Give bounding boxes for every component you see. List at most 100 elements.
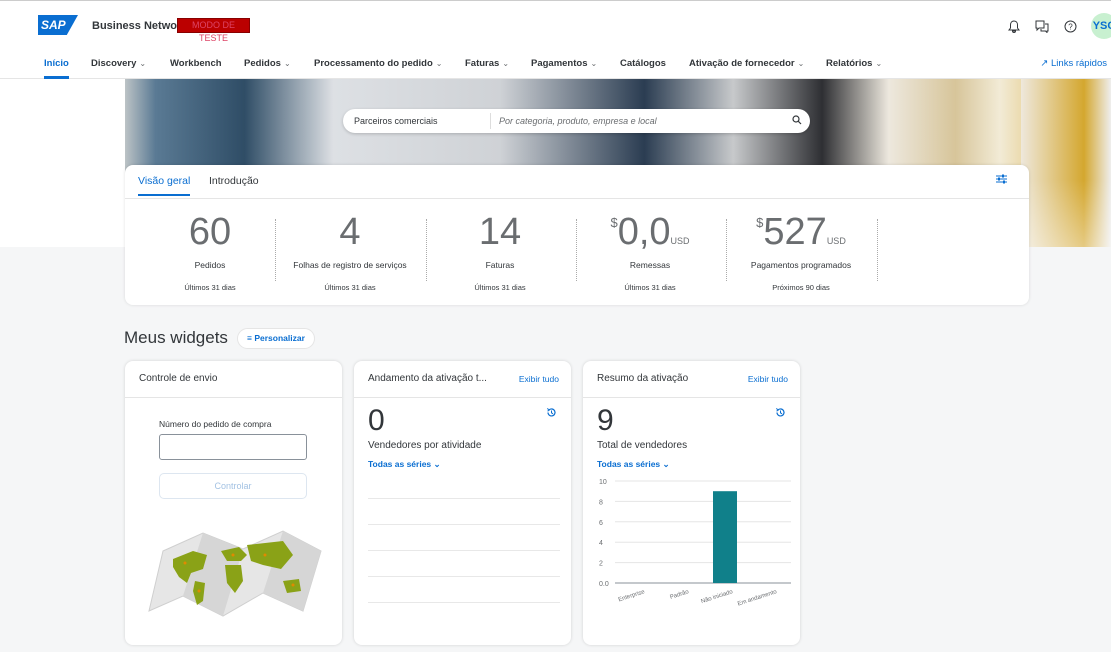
chevron-down-icon: ⌄ [139,59,147,68]
search-category-select[interactable]: Parceiros comerciais [343,113,491,129]
kpi-label: Pagamentos programados [750,260,852,270]
kpi-label: Remessas [629,260,671,270]
kpi-period: Últimos 31 dias [324,283,376,292]
kpi-divider [275,219,276,281]
kpi-divider [726,219,727,281]
kpi-value: 60 [188,211,232,253]
shipment-tracking-widget: Controle de envio Número do pedido de co… [125,361,342,645]
kpi-row: 60 Pedidos Últimos 31 dias 4 Folhas de r… [125,213,1029,303]
shell-bar: SAP Business Network MODO DE TESTE ? YSC [0,0,1111,50]
enablement-progress-widget: Andamento da ativação t... Exibir tudo 0… [354,361,571,645]
kpi-remessas[interactable]: $0,0USD Remessas Últimos 31 dias [595,213,705,293]
x-tick-label: Não iniciado [700,589,734,605]
settings-sliders-icon: ≡ [247,333,252,343]
history-icon[interactable] [546,407,557,421]
gridline [368,576,560,577]
svg-text:?: ? [1068,22,1073,31]
nav-item-ativacao[interactable]: Ativação de fornecedor ⌄ [689,50,804,79]
kpi-value: $527USD [756,211,846,253]
x-tick-label: Enterprise [618,589,646,603]
nav-item-faturas[interactable]: Faturas ⌄ [465,50,509,79]
nav-item-relatorios[interactable]: Relatórios ⌄ [826,50,882,79]
search-input[interactable] [491,116,784,126]
kpi-pagamentos-programados[interactable]: $527USD Pagamentos programados Próximos … [740,213,862,293]
history-icon[interactable] [775,407,786,421]
x-tick-label: Em andamento [737,589,778,607]
x-tick-label: Padrão [669,589,690,601]
kpi-period: Últimos 31 dias [184,283,236,292]
vendor-count: 0 [368,404,385,437]
tab-visao-geral[interactable]: Visão geral [138,175,191,196]
nav-item-pagamentos[interactable]: Pagamentos ⌄ [531,50,597,79]
quick-links[interactable]: ↗ Links rápidos [1040,50,1107,78]
chevron-down-icon: ⌄ [590,59,598,68]
top-navigation: Início Discovery ⌄ Workbench Pedidos ⌄ Pro… [0,50,1111,79]
hero-left-margin [0,79,125,247]
nav-item-discovery[interactable]: Discovery ⌄ [91,50,146,79]
vendor-count-label: Vendedores por atividade [368,440,482,451]
series-dropdown[interactable]: Todas as séries ⌄ [368,459,441,470]
kpi-label: Pedidos [194,260,226,270]
gridline [368,602,560,603]
user-avatar[interactable]: YSC [1091,13,1111,39]
view-all-link[interactable]: Exibir tudo [748,374,788,384]
settings-sliders-icon[interactable] [996,174,1007,187]
nav-item-pedidos[interactable]: Pedidos ⌄ [244,50,291,79]
search-bar: Parceiros comerciais [343,109,810,133]
y-tick-label: 10 [599,479,607,486]
nav-item-workbench[interactable]: Workbench [170,50,222,79]
chevron-down-icon: ⌄ [435,59,443,68]
customize-button[interactable]: ≡ Personalizar [237,328,315,349]
nav-item-processamento[interactable]: Processamento do pedido ⌄ [314,50,442,79]
series-dropdown[interactable]: Todas as séries ⌄ [597,459,670,470]
widgets-title: Meus widgets [124,328,228,347]
y-tick-label: 8 [599,499,603,506]
gridline [368,524,560,525]
kpi-period: Próximos 90 dias [772,283,830,292]
enablement-summary-widget: Resumo da ativação Exibir tudo 9 Total d… [583,361,800,645]
card-header: Andamento da ativação t... Exibir tudo [354,361,571,398]
kpi-period: Últimos 31 dias [474,283,526,292]
po-number-label: Número do pedido de compra [159,419,272,429]
sap-logo[interactable]: SAP [38,15,78,35]
kpi-faturas[interactable]: 14 Faturas Últimos 31 dias [450,213,550,293]
kpi-value: 14 [478,211,522,253]
bell-icon[interactable] [1007,18,1021,34]
kpi-divider [426,219,427,281]
card-title: Resumo da ativação [597,373,689,384]
chevron-down-icon: ⌄ [502,59,510,68]
feedback-icon[interactable] [1035,18,1049,34]
kpi-divider [576,219,577,281]
gridline [368,498,560,499]
brand-name: Business Network [92,20,188,32]
help-icon[interactable]: ? [1063,18,1077,34]
search-icon[interactable] [784,114,810,128]
card-title: Controle de envio [139,373,218,384]
kpi-label: Faturas [485,260,515,270]
kpi-folhas-registro[interactable]: 4 Folhas de registro de serviços Últimos… [280,213,420,293]
po-number-input[interactable] [159,434,307,460]
arrow-share-icon: ↗ [1040,58,1049,69]
kpi-label: Folhas de registro de serviços [293,260,407,270]
nav-item-catalogos[interactable]: Catálogos [620,50,666,79]
chevron-down-icon: ⌄ [283,59,291,68]
activation-summary-chart: 0.0 2 4 6 8 10 Enterprise Padrão Não iniciado Em … [599,479,791,607]
kpi-period: Últimos 31 dias [624,283,676,292]
shell-actions: ? YSC [1007,13,1111,39]
overview-tabs: Visão geral Introdução [125,165,1029,199]
test-mode-badge: MODO DE TESTE [177,18,250,43]
track-button[interactable]: Controlar [159,473,307,499]
y-tick-label: 0.0 [599,581,609,588]
bar-2 [713,491,737,583]
total-vendors-label: Total de vendedores [597,440,688,451]
kpi-divider [877,219,878,281]
nav-item-inicio[interactable]: Início [44,50,69,79]
view-all-link[interactable]: Exibir tudo [519,374,559,384]
chevron-down-icon: ⌄ [875,59,883,68]
overview-card: Visão geral Introdução 60 Pedidos Último… [125,165,1029,305]
empty-chart-area [368,474,560,614]
kpi-pedidos[interactable]: 60 Pedidos Últimos 31 dias [165,213,255,293]
tab-introducao[interactable]: Introdução [209,175,259,194]
hero-right-image [1021,79,1111,247]
kpi-value: 4 [339,211,361,253]
